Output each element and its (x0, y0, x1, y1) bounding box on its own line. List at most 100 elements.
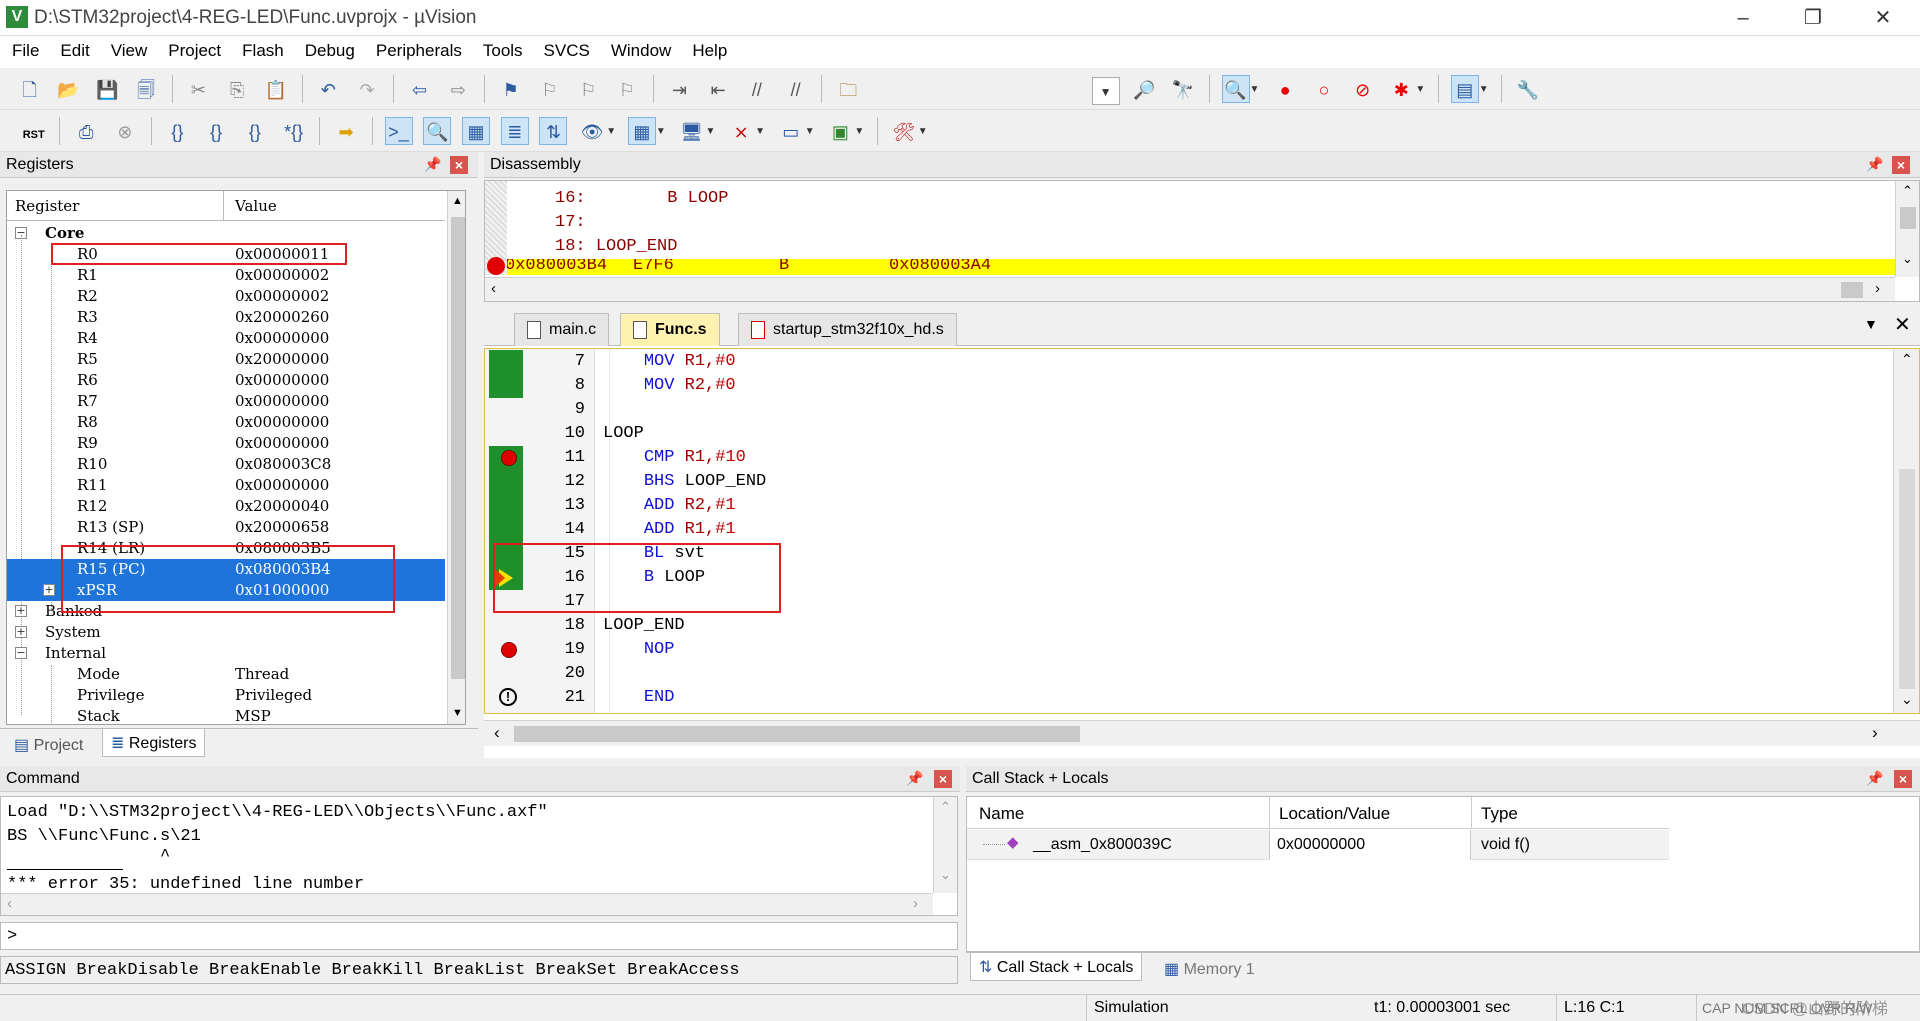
save-all-icon[interactable]: 🗐 (132, 75, 160, 103)
menu-svcs[interactable]: SVCS (532, 36, 599, 61)
pin-icon[interactable]: 📌 (424, 156, 441, 173)
scroll-down-icon[interactable]: ⌄ (1902, 251, 1913, 267)
coverage-gutter[interactable] (489, 422, 523, 446)
cut-icon[interactable]: ✂ (184, 75, 212, 103)
menu-view[interactable]: View (99, 36, 157, 61)
analysis-dropdown-icon[interactable]: ▼ (755, 126, 765, 137)
scroll-left-icon[interactable]: ‹ (494, 723, 500, 743)
nav-back-icon[interactable]: ⇦ (406, 75, 434, 103)
close-panel-icon[interactable]: × (1894, 770, 1912, 788)
scroll-down-icon[interactable]: ▼ (452, 707, 463, 719)
call-stack-window-icon[interactable]: ⇅ (539, 117, 568, 145)
coverage-gutter[interactable] (489, 350, 523, 374)
trace-dropdown-icon[interactable]: ▼ (805, 126, 815, 137)
menu-project[interactable]: Project (156, 36, 230, 61)
minimize-icon[interactable]: – (1720, 4, 1766, 32)
system-viewer-dropdown-icon[interactable]: ▼ (854, 126, 864, 137)
menu-window[interactable]: Window (599, 36, 680, 61)
menu-help[interactable]: Help (680, 36, 736, 61)
register-value[interactable]: 0x20000260 (235, 308, 329, 326)
find-in-files-icon[interactable]: 🗀 (834, 75, 862, 103)
symbols-window-icon[interactable]: ▦ (462, 117, 491, 145)
register-row[interactable]: R11 0x00000000 (7, 475, 445, 496)
coverage-gutter[interactable] (489, 614, 523, 638)
scroll-up-icon[interactable]: ⌃ (1901, 351, 1913, 368)
code-line[interactable]: 13 ADD R2,#1 (485, 494, 1885, 518)
coverage-gutter[interactable] (489, 398, 523, 422)
scroll-right-icon[interactable]: › (1872, 723, 1878, 743)
find-icon[interactable]: 🔎 (1130, 75, 1158, 103)
memory-dropdown-icon[interactable]: ▼ (656, 126, 666, 137)
registers-window-icon[interactable]: ≣ (500, 117, 529, 145)
pin-icon[interactable]: 📌 (906, 770, 923, 787)
system-viewer-icon[interactable]: ▣ (826, 117, 854, 145)
disassembly-vscroll[interactable]: ⌃ ⌄ (1895, 181, 1919, 277)
col-name[interactable]: Name (979, 804, 1024, 824)
code-line[interactable]: 12 BHS LOOP_END (485, 470, 1885, 494)
scroll-right-icon[interactable]: › (1875, 280, 1880, 297)
toolbox-icon[interactable]: 🛠 (890, 117, 918, 145)
register-value[interactable]: 0x00000000 (235, 329, 329, 347)
expand-icon[interactable]: + (15, 605, 27, 617)
col-location-value[interactable]: Location/Value (1279, 804, 1390, 824)
code-line[interactable]: 10 LOOP (485, 422, 1885, 446)
register-row[interactable]: R9 0x00000000 (7, 433, 445, 454)
col-value[interactable]: Value (235, 197, 277, 215)
scroll-down-icon[interactable]: ⌄ (1901, 691, 1913, 708)
reset-icon[interactable]: RST (20, 120, 48, 148)
tab-project[interactable]: ▤ Project (6, 731, 91, 759)
disasm-current-line[interactable]: 0x080003B4 E7F6 B 0x080003A4 (507, 259, 1897, 275)
menu-tools[interactable]: Tools (471, 36, 532, 61)
registers-scrollbar[interactable]: ▲ ▼ (447, 191, 465, 724)
scroll-up-icon[interactable]: ⌃ (1902, 183, 1913, 199)
coverage-gutter[interactable] (489, 638, 523, 662)
find-combo-dropdown-icon[interactable]: ▼ (1091, 77, 1120, 105)
code-area[interactable]: 7 MOV R1,#0 8 MOV R2,#0 9 10 LOOP 11 CMP R1,#… (484, 348, 1920, 714)
command-window-icon[interactable]: >_ (384, 117, 413, 145)
register-value[interactable]: 0x080003C8 (235, 455, 331, 473)
register-row[interactable]: R6 0x00000000 (7, 370, 445, 391)
code-line[interactable]: 8 MOV R2,#0 (485, 374, 1885, 398)
register-row[interactable]: R13 (SP) 0x20000658 (7, 517, 445, 538)
coverage-gutter[interactable] (489, 446, 523, 470)
expand-icon[interactable]: + (15, 626, 27, 638)
run-to-cursor-icon[interactable]: *{} (280, 117, 308, 145)
code-line[interactable]: 18 LOOP_END (485, 614, 1885, 638)
window-layout-icon[interactable]: ▤ (1450, 75, 1479, 103)
debug-session-icon[interactable]: 🔍 (1221, 75, 1250, 103)
register-value[interactable]: 0x00000000 (235, 434, 329, 452)
step-out-icon[interactable]: {} (241, 117, 269, 145)
scroll-up-icon[interactable]: ▲ (452, 195, 463, 207)
command-hscroll[interactable]: ‹ › (1, 893, 933, 915)
stop-icon[interactable]: ⊗ (111, 117, 139, 145)
run-icon[interactable]: ⎙ (72, 117, 100, 145)
pin-icon[interactable]: 📌 (1866, 770, 1883, 787)
nav-forward-icon[interactable]: ⇨ (444, 75, 472, 103)
coverage-gutter[interactable] (489, 374, 523, 398)
bookmark-next-icon[interactable]: ⚐ (574, 75, 602, 103)
register-value[interactable]: 0x00000002 (235, 266, 329, 284)
bookmark-icon[interactable]: ⚑ (497, 75, 525, 103)
memory-window-icon[interactable]: ▦ (627, 117, 656, 145)
register-row-mode[interactable]: Mode Thread (7, 664, 445, 685)
command-input[interactable]: > (0, 922, 958, 950)
show-next-statement-icon[interactable]: ➡ (332, 117, 360, 145)
disassembly-hscroll[interactable]: ‹ › (485, 277, 1895, 301)
col-register[interactable]: Register (15, 197, 79, 215)
menu-debug[interactable]: Debug (293, 36, 364, 61)
code-line[interactable]: 11 CMP R1,#10 (485, 446, 1885, 470)
coverage-gutter[interactable] (489, 662, 523, 686)
tab-func-s[interactable]: Func.s (620, 313, 720, 346)
tab-startup[interactable]: startup_stm32f10x_hd.s (738, 313, 957, 346)
step-over-icon[interactable]: {} (202, 117, 230, 145)
menu-file[interactable]: File (0, 36, 48, 61)
menu-edit[interactable]: Edit (48, 36, 98, 61)
serial-dropdown-icon[interactable]: ▼ (706, 126, 716, 137)
serial-window-icon[interactable]: 🖥 (678, 117, 706, 145)
paste-icon[interactable]: 📋 (262, 75, 290, 103)
redo-icon[interactable]: ↷ (353, 75, 381, 103)
code-line[interactable]: 19 NOP (485, 638, 1885, 662)
register-row-stack[interactable]: Stack MSP (7, 706, 445, 724)
register-row[interactable]: R1 0x00000002 (7, 265, 445, 286)
collapse-icon[interactable]: − (15, 647, 27, 659)
